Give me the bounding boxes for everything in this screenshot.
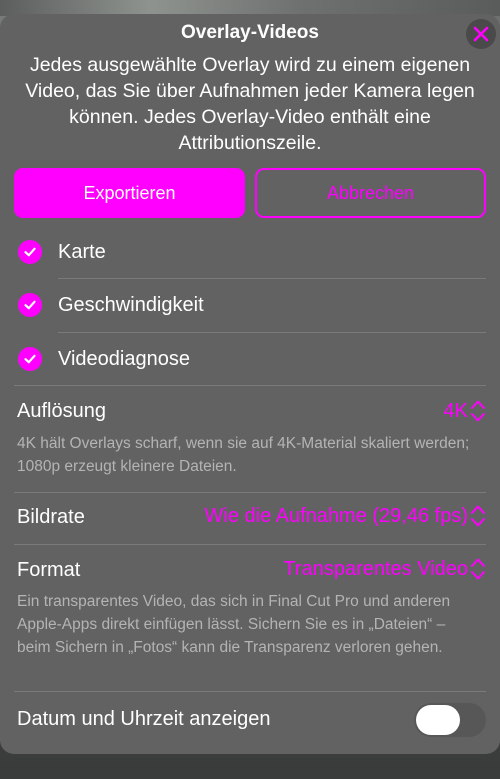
overlay-option-label: Karte: [58, 240, 106, 263]
framerate-value: Wie die Aufnahme (29,46 fps): [204, 504, 468, 527]
chevron-up-down-icon: [471, 558, 485, 580]
resolution-label: Auflösung: [17, 400, 106, 422]
chevron-up-down-icon: [471, 505, 485, 527]
overlay-option-label: Videodiagnose: [58, 347, 190, 370]
divider: [14, 385, 486, 386]
overlay-export-sheet: Overlay-Videos Jedes ausgewählte Overlay…: [0, 14, 500, 754]
datetime-toggle[interactable]: [414, 703, 486, 737]
divider: [14, 492, 486, 493]
divider: [14, 691, 486, 692]
format-help-text: Ein transparentes Video, das sich in Fin…: [17, 593, 451, 656]
checkmark-icon: [18, 240, 42, 264]
cancel-button[interactable]: Abbrechen: [255, 168, 486, 218]
checkmark-icon: [18, 347, 42, 371]
checkmark-icon: [18, 293, 42, 317]
resolution-picker[interactable]: 4K: [444, 398, 486, 424]
sheet-title: Overlay-Videos: [180, 22, 319, 43]
resolution-value: 4K: [443, 399, 468, 422]
close-button[interactable]: [466, 19, 496, 49]
overlay-option-label: Geschwindigkeit: [58, 293, 204, 316]
chevron-up-down-icon: [471, 400, 485, 422]
overlay-option-videodiagnose[interactable]: Videodiagnose: [18, 333, 486, 385]
datetime-label: Datum und Uhrzeit anzeigen: [17, 708, 271, 730]
overlay-option-geschwindigkeit[interactable]: Geschwindigkeit: [18, 279, 486, 331]
framerate-picker[interactable]: Wie die Aufnahme (29,46 fps): [205, 503, 486, 529]
format-picker[interactable]: Transparentes Video: [283, 556, 486, 582]
sheet-description: Jedes ausgewählte Overlay wird zu einem …: [25, 54, 475, 154]
format-value: Transparentes Video: [283, 557, 468, 580]
format-label: Format: [17, 559, 81, 581]
overlay-option-karte[interactable]: Karte: [18, 226, 486, 278]
export-button[interactable]: Exportieren: [14, 168, 245, 218]
close-icon: [473, 26, 489, 42]
framerate-label: Bildrate: [17, 506, 85, 528]
toggle-knob: [416, 705, 460, 735]
divider: [14, 544, 486, 545]
resolution-help-text: 4K hält Overlays scharf, wenn sie auf 4K…: [17, 435, 470, 475]
